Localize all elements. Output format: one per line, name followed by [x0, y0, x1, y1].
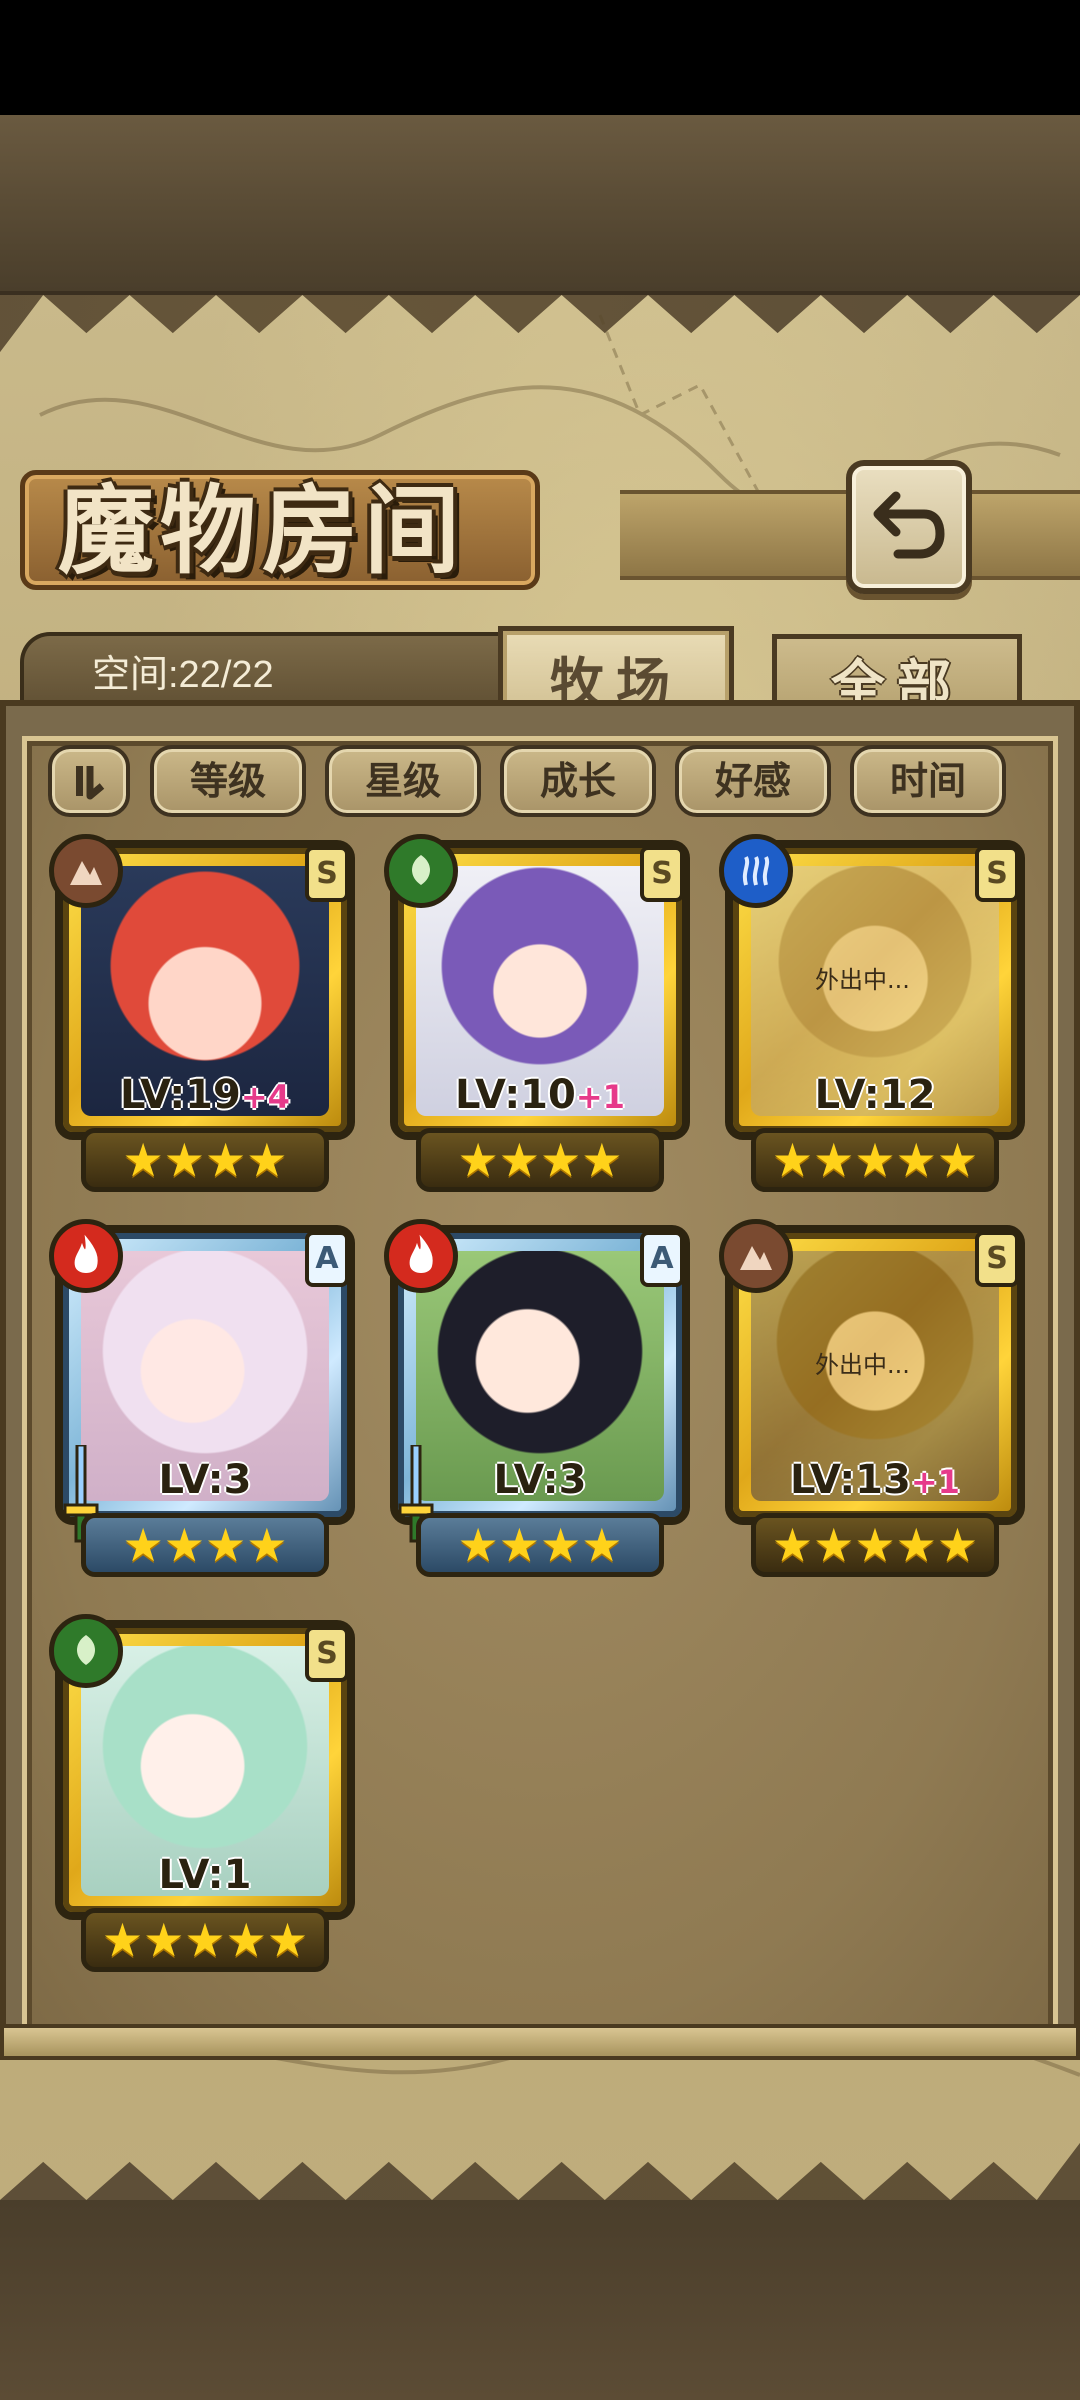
- star-icon: ★: [936, 1518, 979, 1572]
- star-icon: ★: [771, 1133, 814, 1187]
- monster-card[interactable]: S 外出中... LV:13+1 ★ ★ ★ ★ ★: [719, 1219, 1025, 1577]
- star-icon: ★: [122, 1518, 164, 1572]
- star-rating: ★ ★ ★ ★: [416, 1128, 664, 1192]
- star-icon: ★: [163, 1133, 205, 1187]
- level-label: LV:19+4: [120, 1072, 290, 1118]
- rank-badge: A: [640, 1231, 684, 1287]
- star-rating: ★ ★ ★ ★ ★: [81, 1908, 329, 1972]
- space-counter: 空间:22/22: [92, 654, 274, 696]
- star-icon: ★: [246, 1133, 288, 1187]
- star-icon: ★: [581, 1518, 623, 1572]
- page-title: 魔物房间: [58, 474, 466, 587]
- element-fire-icon: [384, 1219, 458, 1293]
- star-icon: ★: [813, 1518, 855, 1572]
- star-icon: ★: [498, 1133, 540, 1187]
- level-label: LV:12: [814, 1072, 936, 1118]
- rank-badge: S: [975, 846, 1019, 902]
- sort-by-level-button[interactable]: 等级: [150, 745, 306, 817]
- star-icon: ★: [813, 1133, 855, 1187]
- back-button[interactable]: [846, 460, 972, 594]
- star-icon: ★: [581, 1133, 623, 1187]
- level-label: LV:3: [493, 1457, 587, 1503]
- star-rating: ★ ★ ★ ★: [416, 1513, 664, 1577]
- monster-card[interactable]: S 外出中... LV:12 ★ ★ ★ ★ ★: [719, 834, 1025, 1192]
- star-icon: ★: [498, 1518, 540, 1572]
- star-icon: ★: [540, 1518, 582, 1572]
- star-icon: ★: [246, 1518, 288, 1572]
- sort-toggle-icon: [76, 766, 105, 800]
- monster-card[interactable]: S LV:10+1 ★ ★ ★ ★: [384, 834, 690, 1192]
- star-rating: ★ ★ ★ ★ ★: [751, 1128, 999, 1192]
- star-rating: ★ ★ ★ ★: [81, 1513, 329, 1577]
- away-status: 外出中...: [815, 1351, 910, 1379]
- monster-card[interactable]: S LV:1 ★ ★ ★ ★ ★: [49, 1614, 355, 1972]
- sort-by-star-button[interactable]: 星级: [325, 745, 481, 817]
- star-icon: ★: [205, 1518, 247, 1572]
- level-bonus: +4: [240, 1078, 290, 1116]
- star-icon: ★: [163, 1518, 205, 1572]
- star-icon: ★: [457, 1133, 499, 1187]
- star-rating: ★ ★ ★ ★: [81, 1128, 329, 1192]
- star-icon: ★: [936, 1133, 979, 1187]
- rank-badge: S: [305, 846, 349, 902]
- away-status: 外出中...: [815, 966, 910, 994]
- star-icon: ★: [184, 1913, 226, 1967]
- level-label: LV:13+1: [790, 1457, 960, 1503]
- sort-by-growth-button[interactable]: 成长: [500, 745, 656, 817]
- star-icon: ★: [143, 1913, 185, 1967]
- star-icon: ★: [225, 1913, 267, 1967]
- level-label: LV:10+1: [455, 1072, 625, 1118]
- element-earth-icon: [49, 834, 123, 908]
- status-bar: [0, 0, 1080, 115]
- star-icon: ★: [457, 1518, 499, 1572]
- element-fire-icon: [49, 1219, 123, 1293]
- sort-by-affection-button[interactable]: 好感: [675, 745, 831, 817]
- rank-badge: S: [975, 1231, 1019, 1287]
- monster-card[interactable]: S LV:19+4 ★ ★ ★ ★: [49, 834, 355, 1192]
- back-arrow-icon: [873, 491, 945, 559]
- element-earth-icon: [719, 1219, 793, 1293]
- level-label: LV:1: [158, 1852, 252, 1898]
- element-nature-icon: [49, 1614, 123, 1688]
- star-icon: ★: [895, 1133, 937, 1187]
- sort-order-toggle[interactable]: [48, 745, 130, 817]
- star-icon: ★: [540, 1133, 582, 1187]
- star-icon: ★: [101, 1913, 144, 1967]
- sort-by-time-button[interactable]: 时间: [850, 745, 1006, 817]
- star-icon: ★: [771, 1518, 814, 1572]
- level-bonus: +1: [910, 1463, 960, 1501]
- level-bonus: +1: [575, 1078, 625, 1116]
- rank-badge: S: [305, 1626, 349, 1682]
- map-band-bottom: [0, 2200, 1080, 2400]
- star-icon: ★: [122, 1133, 164, 1187]
- star-icon: ★: [854, 1133, 896, 1187]
- level-label: LV:3: [158, 1457, 252, 1503]
- monster-card[interactable]: A LV:3 ★ ★ ★ ★: [384, 1219, 690, 1577]
- map-band-top: [0, 115, 1080, 295]
- star-icon: ★: [266, 1913, 309, 1967]
- star-icon: ★: [205, 1133, 247, 1187]
- element-water-icon: [719, 834, 793, 908]
- star-icon: ★: [854, 1518, 896, 1572]
- element-nature-icon: [384, 834, 458, 908]
- star-icon: ★: [895, 1518, 937, 1572]
- monster-card[interactable]: A LV:3 ★ ★ ★ ★: [49, 1219, 355, 1577]
- rank-badge: A: [305, 1231, 349, 1287]
- board-rail-bottom: [0, 2024, 1080, 2060]
- star-rating: ★ ★ ★ ★ ★: [751, 1513, 999, 1577]
- rank-badge: S: [640, 846, 684, 902]
